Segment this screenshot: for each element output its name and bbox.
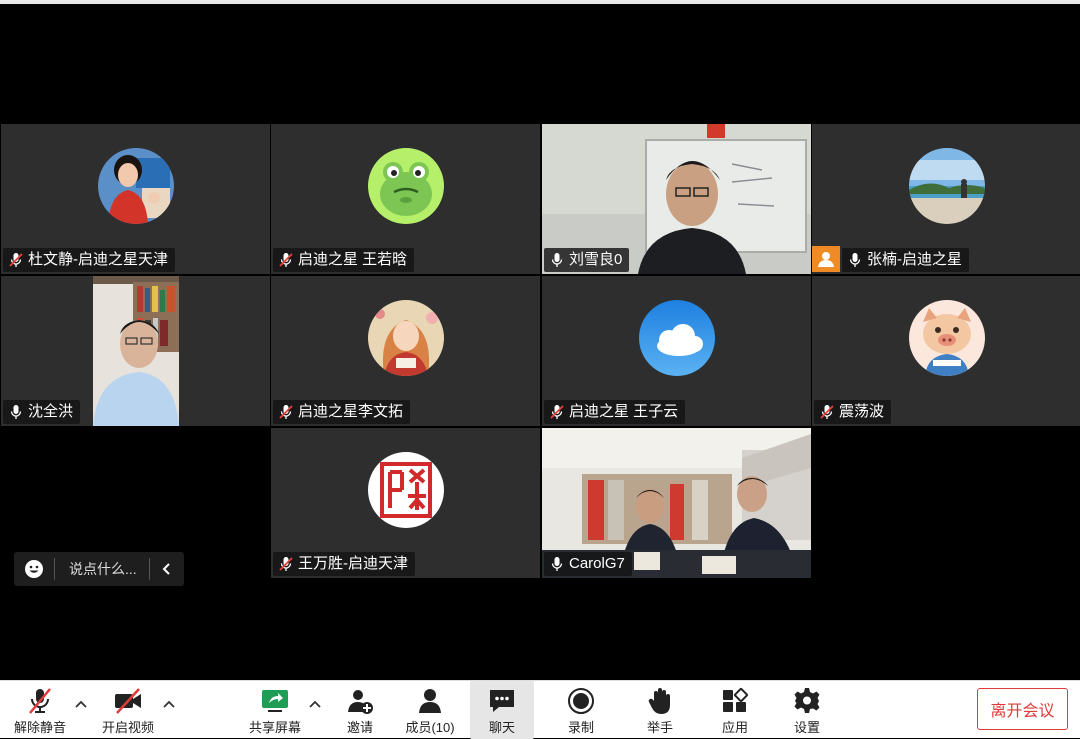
avatar bbox=[367, 148, 444, 224]
host-badge bbox=[812, 246, 840, 272]
participant-name-tag: 启迪之星 王若晗 bbox=[273, 248, 415, 272]
avatar bbox=[367, 300, 444, 376]
mic-icon bbox=[551, 557, 563, 571]
chevron-up-icon[interactable] bbox=[307, 697, 323, 713]
participant-name-tag: 沈全洪 bbox=[3, 400, 81, 424]
chat-icon bbox=[490, 690, 514, 712]
record-icon bbox=[568, 688, 594, 714]
participant-name: 启迪之星李文拓 bbox=[298, 403, 404, 420]
participant-name-tag: 启迪之星李文拓 bbox=[273, 400, 411, 424]
participant-video-tile[interactable]: 刘雪良0 bbox=[542, 124, 811, 274]
host-icon bbox=[818, 252, 834, 267]
participant-video-tile-active-speaker[interactable]: CarolG7 bbox=[542, 428, 811, 578]
participant-name-tag: 王万胜-启迪天津 bbox=[273, 552, 415, 576]
participant-name-tag: 震荡波 bbox=[814, 400, 892, 424]
participant-tile[interactable]: 杜文静-启迪之星天津 bbox=[1, 124, 270, 274]
raise-hand-icon bbox=[648, 688, 670, 714]
participant-name: CarolG7 bbox=[569, 555, 625, 572]
chat-button[interactable]: 聊天 bbox=[470, 681, 534, 739]
participant-video-tile[interactable]: 沈全洪 bbox=[1, 276, 270, 426]
mic-muted-icon bbox=[279, 253, 293, 267]
share-screen-button[interactable]: 共享屏幕 bbox=[246, 681, 304, 739]
participant-tile[interactable]: 启迪之星 王若晗 bbox=[271, 124, 540, 274]
raise-hand-label: 举手 bbox=[646, 720, 673, 735]
unmute-button[interactable]: 解除静音 bbox=[12, 681, 68, 739]
share-screen-label: 共享屏幕 bbox=[248, 720, 301, 735]
chevron-up-icon[interactable] bbox=[73, 697, 89, 713]
record-button[interactable]: 录制 bbox=[559, 681, 603, 739]
chevron-up-icon[interactable] bbox=[161, 697, 177, 713]
participant-name-tag: 启迪之星 王子云 bbox=[544, 400, 686, 424]
chevron-left-icon bbox=[162, 563, 170, 575]
meeting-toolbar: 解除静音 开启视频 共享屏幕 邀请 成员(10) 聊天 录制 举手 应用 设置 … bbox=[0, 680, 1080, 739]
raise-hand-button[interactable]: 举手 bbox=[638, 681, 682, 739]
share-screen-icon bbox=[262, 690, 288, 712]
leave-meeting-button[interactable]: 离开会议 bbox=[977, 688, 1068, 730]
members-label: 成员(10) bbox=[405, 720, 455, 735]
participant-name: 沈全洪 bbox=[28, 403, 74, 420]
start-video-button[interactable]: 开启视频 bbox=[99, 681, 157, 739]
unmute-label: 解除静音 bbox=[13, 720, 66, 735]
chat-quick-input[interactable]: 说点什么... bbox=[14, 552, 184, 586]
emoji-button[interactable] bbox=[14, 552, 54, 586]
avatar bbox=[97, 148, 174, 224]
start-video-label: 开启视频 bbox=[101, 720, 154, 735]
record-label: 录制 bbox=[567, 720, 594, 735]
participant-tile[interactable]: 王万胜-启迪天津 bbox=[271, 428, 540, 578]
avatar bbox=[908, 148, 985, 224]
chat-input-placeholder[interactable]: 说点什么... bbox=[55, 559, 149, 579]
participant-name: 张楠-启迪之星 bbox=[867, 251, 962, 268]
emoji-icon bbox=[25, 560, 43, 578]
participant-tile[interactable]: 启迪之星 王子云 bbox=[542, 276, 811, 426]
participant-name: 启迪之星 王子云 bbox=[569, 403, 679, 420]
mic-muted-icon bbox=[9, 253, 23, 267]
members-button[interactable]: 成员(10) bbox=[400, 681, 460, 739]
mic-muted-icon bbox=[550, 405, 564, 419]
apps-button[interactable]: 应用 bbox=[713, 681, 757, 739]
mic-icon bbox=[10, 405, 22, 419]
mic-muted-icon bbox=[279, 557, 293, 571]
apps-icon bbox=[723, 688, 748, 712]
collapse-chat-button[interactable] bbox=[150, 552, 184, 586]
mic-icon bbox=[551, 253, 563, 267]
participant-name: 杜文静-启迪之星天津 bbox=[28, 251, 168, 268]
participant-name-tag: 张楠-启迪之星 bbox=[842, 248, 969, 272]
add-user-icon bbox=[348, 690, 373, 714]
mic-icon bbox=[849, 253, 861, 267]
participant-name: 王万胜-启迪天津 bbox=[298, 555, 408, 572]
invite-label: 邀请 bbox=[346, 720, 373, 735]
avatar bbox=[638, 300, 715, 376]
participant-tile[interactable]: 震荡波 bbox=[812, 276, 1080, 426]
invite-button[interactable]: 邀请 bbox=[338, 681, 382, 739]
chat-label: 聊天 bbox=[488, 720, 515, 735]
participant-name: 刘雪良0 bbox=[569, 251, 623, 268]
video-gallery: 杜文静-启迪之星天津 启迪之星 王若晗 刘雪良0 张楠-启迪之星 沈全洪 启迪之… bbox=[0, 4, 1080, 680]
settings-label: 设置 bbox=[793, 720, 820, 735]
participant-video-feed bbox=[93, 276, 179, 426]
members-icon bbox=[419, 689, 441, 713]
apps-label: 应用 bbox=[721, 720, 748, 735]
mic-muted-icon bbox=[279, 405, 293, 419]
video-off-icon bbox=[115, 688, 141, 714]
gear-icon bbox=[794, 688, 820, 713]
participant-tile[interactable]: 张楠-启迪之星 bbox=[812, 124, 1080, 274]
participant-tile[interactable]: 启迪之星李文拓 bbox=[271, 276, 540, 426]
avatar bbox=[908, 300, 985, 376]
mic-muted-icon bbox=[29, 688, 51, 714]
mic-muted-icon bbox=[820, 405, 834, 419]
participant-name: 启迪之星 王若晗 bbox=[298, 251, 408, 268]
settings-button[interactable]: 设置 bbox=[785, 681, 829, 739]
participant-name-tag: 杜文静-启迪之星天津 bbox=[3, 248, 175, 272]
participant-name: 震荡波 bbox=[839, 403, 885, 420]
participant-name-tag: 刘雪良0 bbox=[544, 248, 630, 272]
avatar bbox=[367, 452, 444, 528]
participant-name-tag: CarolG7 bbox=[544, 552, 632, 576]
